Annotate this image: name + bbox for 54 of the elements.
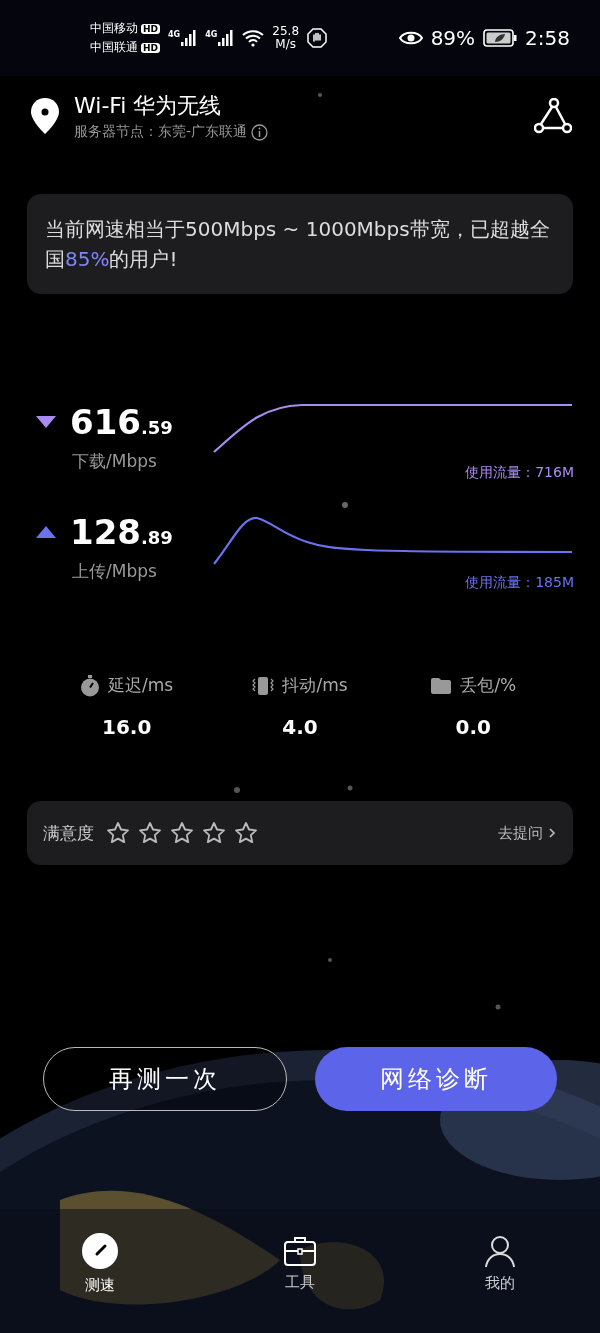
hd-badge: HD	[141, 42, 160, 53]
data-usage: 使用流量：716M	[465, 464, 574, 482]
gauge-icon	[81, 1232, 119, 1270]
location-pin-icon	[30, 97, 60, 135]
battery-percent: 89%	[430, 26, 476, 50]
briefcase-icon	[283, 1235, 317, 1267]
carrier-name: 中国移动	[90, 20, 138, 37]
share-icon[interactable]	[534, 98, 572, 134]
star-icon[interactable]	[170, 821, 194, 845]
nav-tab[interactable]: 我的	[400, 1209, 600, 1333]
network-title: Wi-Fi 华为无线	[74, 92, 223, 120]
battery-icon	[483, 29, 518, 47]
signal-icon	[218, 30, 235, 46]
speed-value: 616.59	[70, 402, 173, 442]
signal-icon	[181, 30, 198, 46]
hd-badge: HD	[141, 23, 160, 34]
down-triangle-icon	[36, 416, 56, 428]
metric-label: 丢包/%	[460, 674, 517, 697]
nav-tab[interactable]: 工具	[200, 1209, 400, 1333]
star-icon[interactable]	[234, 821, 258, 845]
chevron-right-icon	[547, 827, 557, 839]
ask-question-link[interactable]: 去提问	[498, 823, 557, 843]
diagnose-button[interactable]: 网络诊断	[315, 1047, 557, 1111]
star-icon[interactable]	[138, 821, 162, 845]
server-node-label: 服务器节点：东莞-广东联通	[74, 123, 248, 141]
speed-unit: M/s	[275, 38, 296, 51]
metric-value: 4.0	[282, 715, 318, 739]
carrier-name: 中国联通	[90, 39, 138, 56]
folder-icon	[430, 676, 453, 695]
up-triangle-icon	[36, 526, 56, 538]
network-type: 4G	[205, 30, 218, 39]
info-icon[interactable]	[251, 123, 269, 141]
vibration-icon	[252, 674, 275, 697]
metric-value: 16.0	[102, 715, 152, 739]
clock-time: 2:58	[525, 26, 570, 50]
star-icon[interactable]	[106, 821, 130, 845]
stopwatch-icon	[80, 674, 101, 697]
data-usage: 使用流量：185M	[465, 574, 574, 592]
retest-button[interactable]: 再测一次	[43, 1047, 287, 1111]
nav-tab[interactable]: 测速	[0, 1209, 200, 1333]
eye-icon	[398, 30, 423, 46]
network-type: 4G	[168, 30, 181, 39]
wifi-icon	[242, 29, 265, 47]
rating-label: 满意度	[43, 821, 94, 845]
metric-label: 抖动/ms	[282, 674, 348, 697]
person-icon	[483, 1234, 517, 1268]
speed-unit-label: 下载/Mbps	[71, 450, 158, 473]
metric-value: 0.0	[455, 715, 492, 739]
speed-unit-label: 上传/Mbps	[71, 560, 158, 583]
star-icon[interactable]	[202, 821, 226, 845]
network-speed: 25.8	[272, 25, 299, 38]
metric-label: 延迟/ms	[108, 674, 174, 697]
speed-value: 128.89	[70, 512, 173, 552]
result-summary: 当前网速相当于500Mbps ~ 1000Mbps带宽，已超越全国85%的用户!	[27, 194, 573, 294]
